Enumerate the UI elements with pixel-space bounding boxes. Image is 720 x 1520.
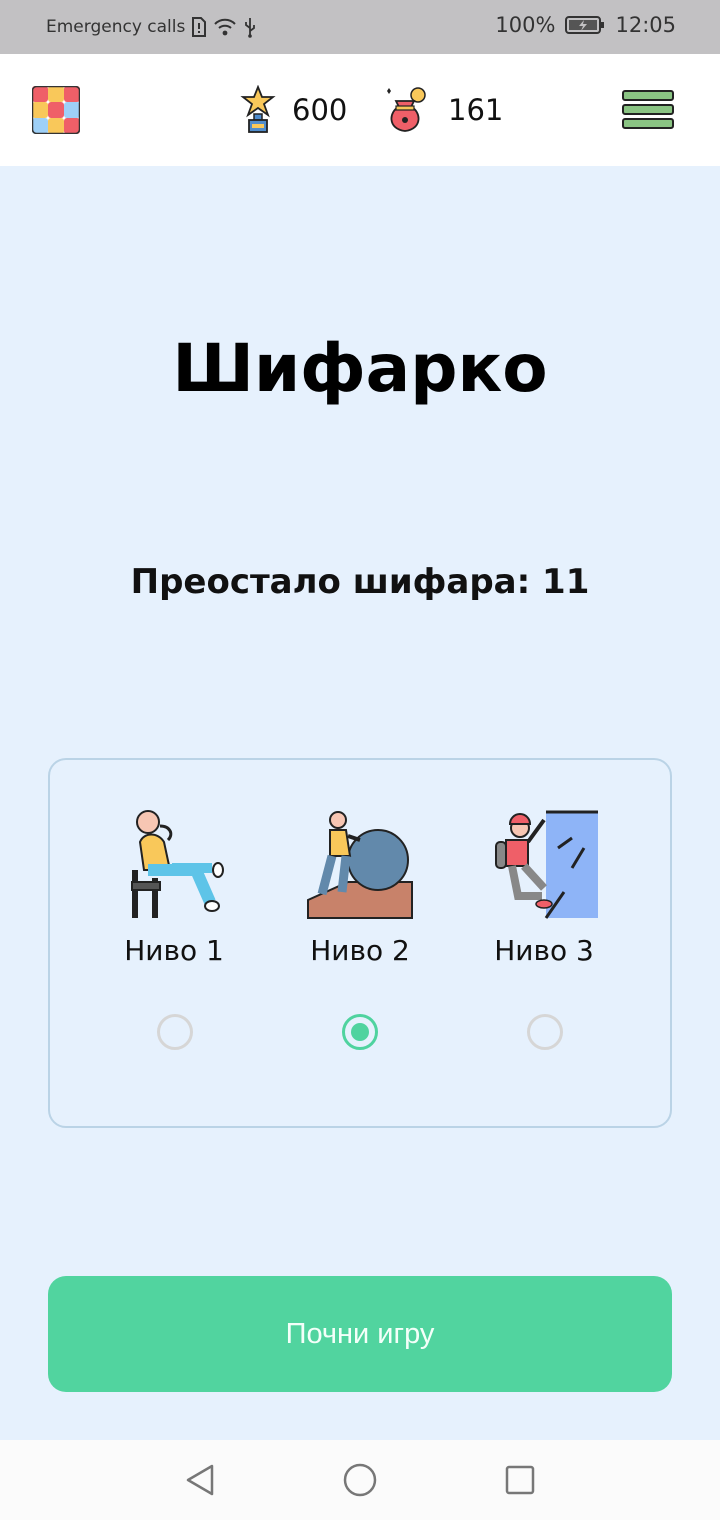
level-option-2[interactable]: Ниво 2 (270, 808, 450, 967)
home-icon[interactable] (342, 1462, 378, 1498)
pushing-boulder-icon (307, 811, 413, 919)
grid-logo-icon[interactable] (32, 86, 80, 134)
level-2-radio[interactable] (342, 1014, 378, 1050)
trophy-icon (240, 85, 276, 133)
remaining-ciphers-label: Преостало шифара: 11 (130, 562, 590, 602)
level-3-radio[interactable] (527, 1014, 563, 1050)
usb-icon (245, 18, 256, 38)
start-game-button[interactable]: Почни игру (48, 1276, 672, 1392)
sim-alert-icon (192, 17, 207, 37)
menu-icon[interactable] (622, 90, 674, 130)
page-title: Шифарко (172, 330, 548, 407)
climber-icon (495, 810, 598, 919)
status-left: Emergency calls (46, 16, 257, 38)
coins-counter: 161 (382, 84, 503, 136)
level-1-radio[interactable] (157, 1014, 193, 1050)
level-selection-card: Ниво 1 Ниво 2 Ниво 3 (48, 758, 672, 1128)
recent-apps-icon[interactable] (502, 1462, 538, 1498)
relaxing-person-icon (131, 810, 224, 918)
app-bar: 600 161 (0, 54, 720, 166)
level-label: Ниво 3 (494, 934, 594, 967)
back-icon[interactable] (182, 1462, 218, 1498)
money-bag-icon (387, 87, 426, 132)
status-right: 100% 12:05 (495, 13, 676, 37)
level-option-1[interactable]: Ниво 1 (84, 808, 264, 967)
level-label: Ниво 2 (310, 934, 410, 967)
emergency-calls-label: Emergency calls (46, 17, 186, 37)
battery-icon (565, 16, 605, 34)
clock: 12:05 (615, 13, 676, 37)
status-bar: Emergency calls 100% 12:05 (0, 0, 720, 54)
system-nav-bar (0, 1440, 720, 1520)
level-option-3[interactable]: Ниво 3 (454, 808, 634, 967)
trophy-counter: 600 (240, 84, 347, 136)
battery-percent: 100% (495, 13, 556, 37)
level-label: Ниво 1 (124, 934, 224, 967)
coins-count: 161 (448, 93, 504, 127)
trophy-count: 600 (292, 93, 348, 127)
wifi-icon (214, 18, 237, 36)
